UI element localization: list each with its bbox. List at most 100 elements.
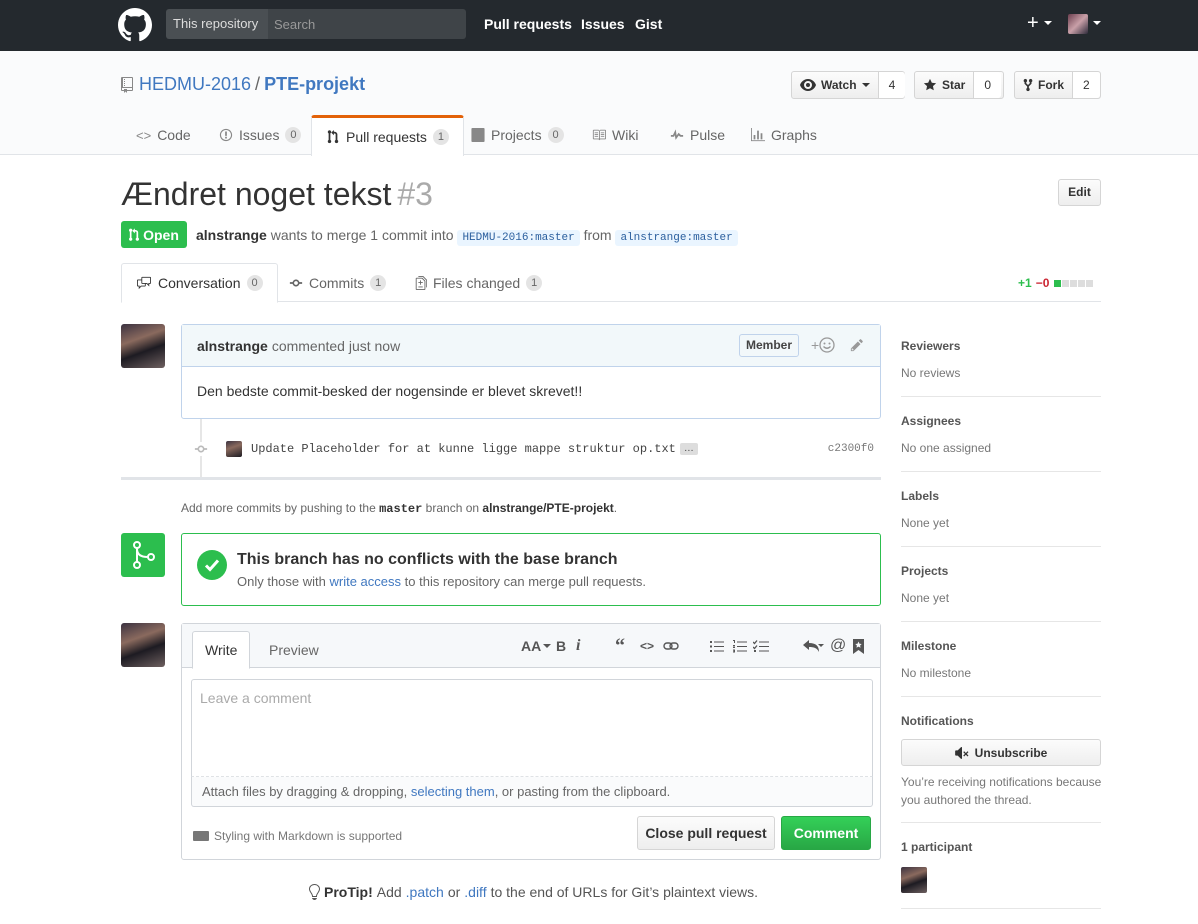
tab-issues[interactable]: Issues 0: [205, 115, 315, 155]
nav-issues[interactable]: Issues: [581, 16, 625, 32]
code-icon[interactable]: <>: [640, 638, 654, 654]
mention-icon[interactable]: @: [830, 637, 846, 654]
sidebar-divider: [901, 621, 1101, 622]
branch-name: master: [379, 502, 423, 516]
merge-status-box: This branch has no conflicts with the ba…: [181, 533, 881, 606]
nav-gist[interactable]: Gist: [635, 16, 662, 32]
sidebar-assignees[interactable]: Assignees No one assigned: [901, 414, 1101, 455]
sidebar-milestone[interactable]: Milestone No milestone: [901, 639, 1101, 680]
sidebar-projects[interactable]: Projects None yet: [901, 564, 1101, 605]
commit-icon: [194, 442, 208, 456]
star-button[interactable]: Star 0: [914, 71, 1004, 99]
file-diff-icon: [415, 275, 427, 290]
pull-request-icon: [129, 227, 140, 241]
unsubscribe-button[interactable]: Unsubscribe: [901, 739, 1101, 766]
check-icon: [197, 550, 227, 580]
comment-textarea[interactable]: [191, 679, 873, 777]
text-size-icon[interactable]: AA: [521, 638, 552, 654]
sidebar-divider: [901, 822, 1101, 823]
bold-icon[interactable]: B: [556, 638, 566, 654]
tab-pulse[interactable]: Pulse: [656, 115, 739, 155]
repo-link[interactable]: alnstrange/PTE-projekt: [482, 501, 613, 515]
sidebar-divider: [901, 471, 1101, 472]
additions-count: +1: [1018, 276, 1032, 290]
comment-author-link[interactable]: alnstrange: [197, 338, 268, 354]
sidebar-participants: 1 participant: [901, 840, 973, 854]
pr-title: Ændret noget tekst #3: [121, 176, 433, 212]
edit-title-button[interactable]: Edit: [1058, 179, 1101, 206]
tab-wiki[interactable]: Wiki: [578, 115, 652, 155]
member-badge: Member: [739, 334, 800, 357]
diffstat-blocks: [1053, 279, 1094, 287]
search-input[interactable]: [268, 9, 466, 39]
repo-icon: [121, 77, 133, 93]
fork-button[interactable]: Fork 2: [1014, 71, 1101, 99]
sidebar-labels[interactable]: Labels None yet: [901, 489, 1101, 530]
repo-owner-link[interactable]: HEDMU-2016: [139, 74, 251, 94]
fork-count[interactable]: 2: [1073, 72, 1100, 98]
sidebar-notifications: Notifications: [901, 714, 974, 728]
pull-requests-count: 1: [432, 129, 449, 145]
sidebar-reviewers[interactable]: Reviewers No reviews: [901, 339, 1101, 380]
link-icon[interactable]: [663, 638, 679, 654]
quote-icon[interactable]: “: [615, 635, 625, 657]
nav-pull-requests[interactable]: Pull requests: [484, 16, 572, 32]
avatar[interactable]: [226, 441, 242, 457]
tab-pull-requests[interactable]: Pull requests 1: [311, 115, 464, 156]
sidebar-divider: [901, 546, 1101, 547]
github-logo-icon[interactable]: [118, 8, 152, 42]
reply-icon[interactable]: [802, 638, 824, 654]
tab-graphs[interactable]: Graphs: [737, 115, 831, 155]
chevron-down-icon[interactable]: [1093, 21, 1101, 25]
watch-count[interactable]: 4: [878, 72, 906, 98]
diff-link[interactable]: .diff: [464, 884, 486, 900]
ordered-list-icon[interactable]: [733, 638, 747, 654]
watch-button[interactable]: Watch 4: [791, 71, 906, 99]
tab-preview[interactable]: Preview: [257, 631, 331, 669]
pencil-icon[interactable]: [850, 338, 864, 352]
italic-icon[interactable]: i: [576, 637, 580, 654]
participant-avatar[interactable]: [901, 867, 927, 893]
pr-author-link[interactable]: alnstrange: [196, 227, 267, 243]
select-files-link[interactable]: selecting them: [411, 784, 495, 799]
markdown-note[interactable]: Styling with Markdown is supported: [193, 829, 402, 843]
patch-link[interactable]: .patch: [406, 884, 444, 900]
avatar[interactable]: [121, 324, 165, 368]
tab-projects[interactable]: Projects 0: [457, 115, 578, 155]
commit-message-link[interactable]: Update Placeholder for at kunne ligge ma…: [251, 442, 676, 456]
sidebar-divider: [901, 696, 1101, 697]
tab-code[interactable]: <> Code: [122, 115, 205, 155]
create-new-plus-icon[interactable]: +: [1027, 13, 1039, 33]
task-list-icon[interactable]: [753, 638, 769, 654]
unordered-list-icon[interactable]: [710, 638, 724, 654]
star-count[interactable]: 0: [974, 72, 1002, 98]
close-pull-request-button[interactable]: Close pull request: [637, 816, 775, 850]
commit-sha-link[interactable]: c2300f0: [828, 443, 874, 455]
head-branch-ref: alnstrange:master: [615, 230, 738, 246]
tab-write[interactable]: Write: [192, 631, 251, 669]
tab-files-changed[interactable]: Files changed 1: [401, 263, 556, 302]
chevron-down-icon[interactable]: [1044, 21, 1052, 25]
light-bulb-icon: [309, 884, 320, 900]
diffstat: +1 −0: [1018, 276, 1094, 290]
tab-conversation[interactable]: Conversation 0: [121, 263, 278, 303]
repo-title: HEDMU-2016/PTE-projekt: [139, 74, 366, 94]
bookmark-icon[interactable]: [853, 638, 864, 654]
tab-commits[interactable]: Commits 1: [275, 263, 400, 302]
new-comment-form: Write Preview AA B i “ <> @ Attach files…: [181, 623, 881, 860]
add-reaction-icon[interactable]: +: [811, 337, 835, 353]
repo-name-link[interactable]: PTE-projekt: [264, 74, 365, 94]
pr-state-badge: Open: [121, 221, 187, 248]
commits-count: 1: [370, 274, 387, 291]
user-avatar[interactable]: [1068, 14, 1088, 34]
timeline-end: [121, 477, 881, 480]
comment-button[interactable]: Comment: [781, 816, 871, 850]
write-access-link[interactable]: write access: [330, 574, 402, 589]
push-note: Add more commits by pushing to the maste…: [181, 501, 618, 516]
issues-count: 0: [285, 127, 302, 143]
file-attach-bar[interactable]: Attach files by dragging & dropping, sel…: [191, 777, 873, 807]
issue-opened-icon: [219, 128, 233, 142]
avatar[interactable]: [121, 623, 165, 667]
conversation-count: 0: [246, 275, 263, 291]
expand-commit-button[interactable]: …: [679, 443, 698, 455]
